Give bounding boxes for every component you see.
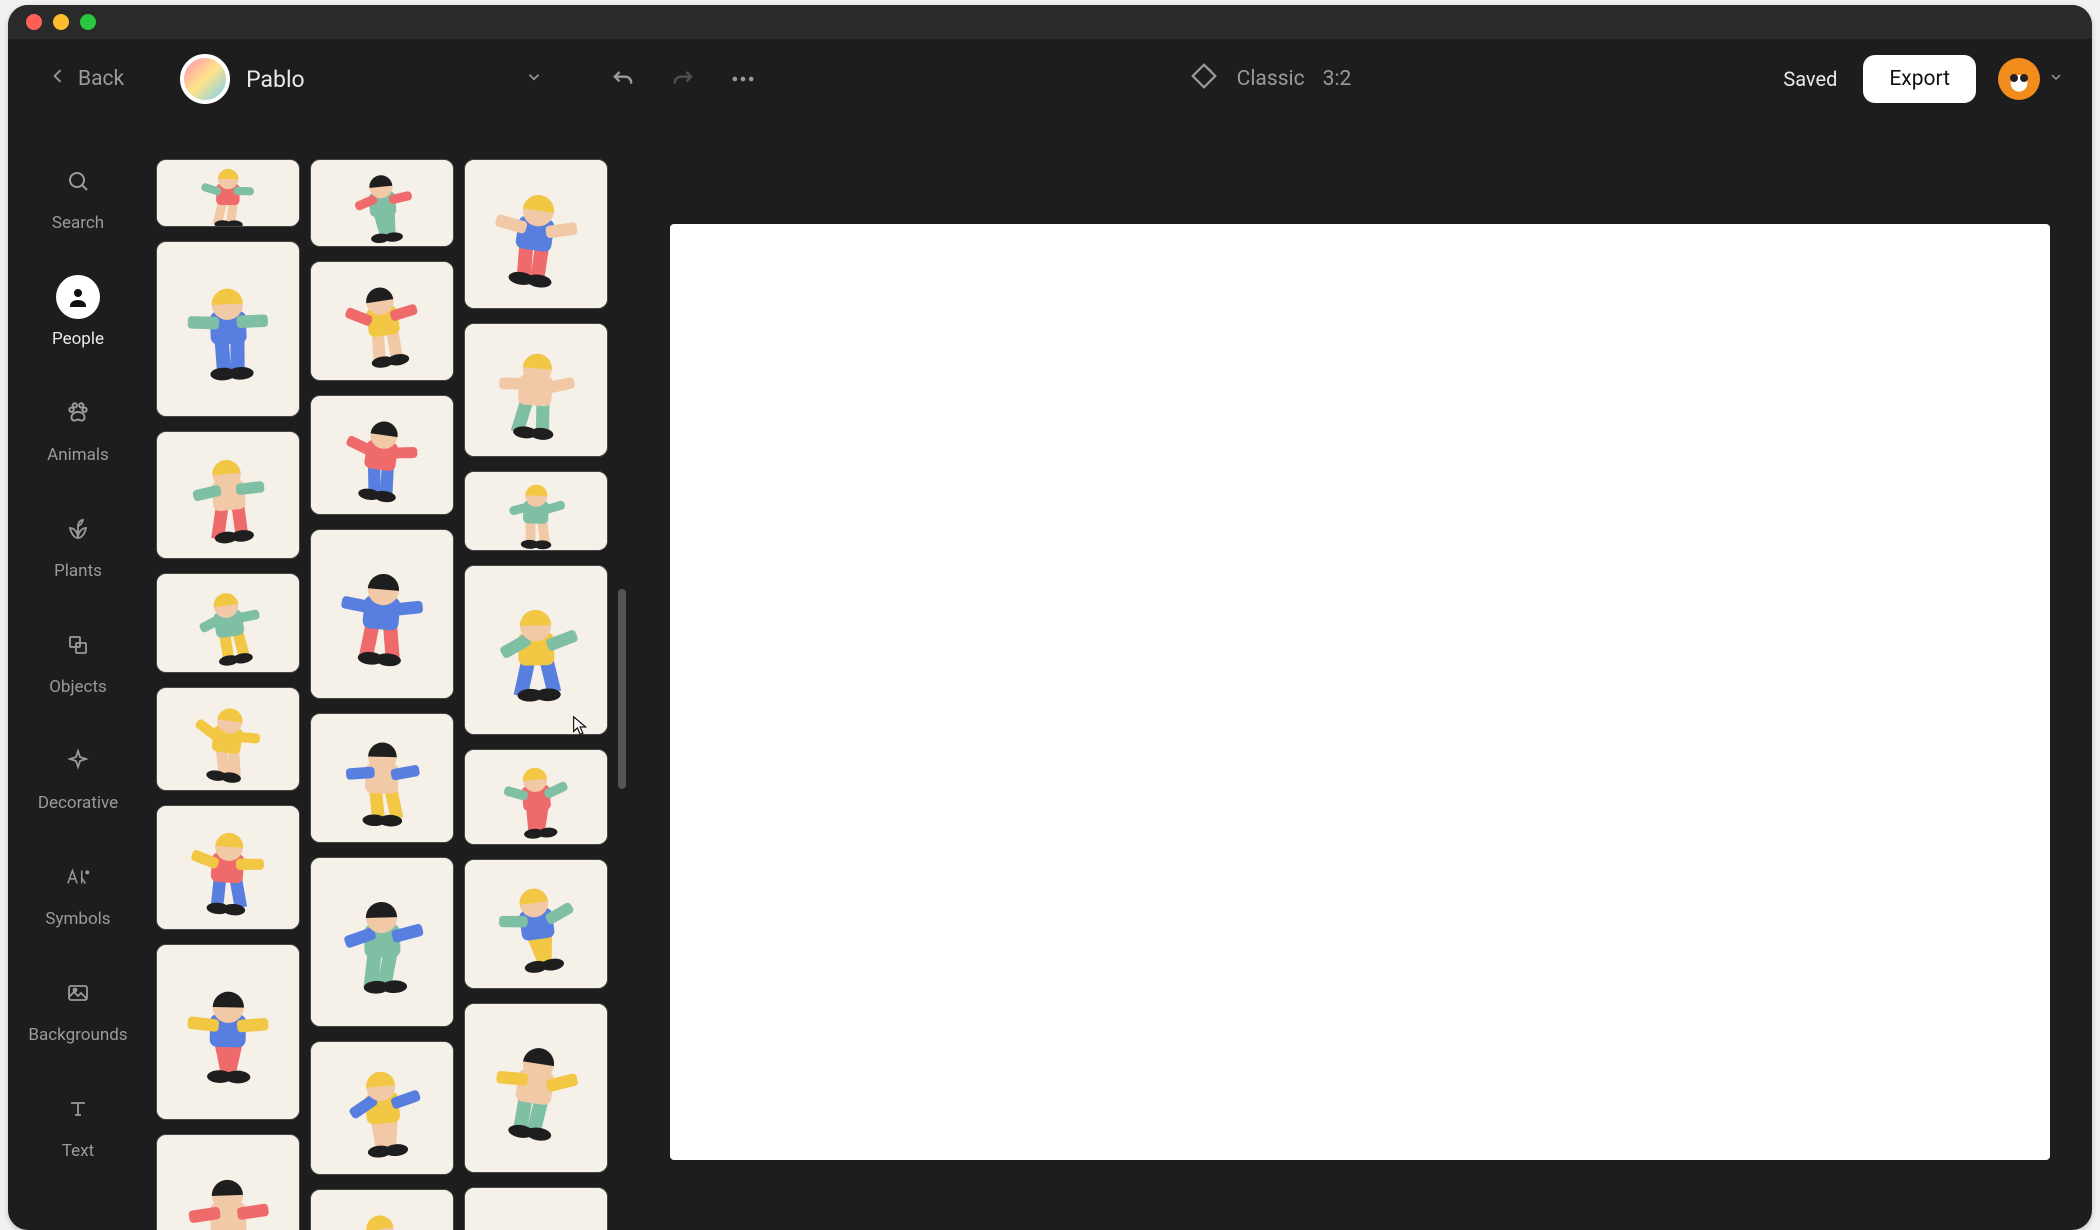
chevron-down-icon[interactable]: [2048, 69, 2064, 89]
rail-item-search[interactable]: Search: [52, 159, 104, 233]
illustration-thumb[interactable]: [310, 1189, 454, 1230]
animals-icon: [56, 391, 100, 435]
pointer-cursor-icon: [570, 715, 592, 737]
illustration-thumb[interactable]: [310, 395, 454, 515]
rail-item-label: Text: [62, 1141, 94, 1161]
panel-scrollbar[interactable]: [618, 589, 626, 789]
illustration-thumb[interactable]: [156, 431, 300, 559]
document-avatar: [180, 54, 230, 104]
ratio-value: 3:2: [1323, 67, 1352, 91]
aspect-ratio-selector[interactable]: Classic 3:2: [1189, 61, 1352, 97]
illustration-thumb[interactable]: [156, 1134, 300, 1230]
rail-item-text[interactable]: Text: [56, 1087, 100, 1161]
saved-status: Saved: [1783, 67, 1837, 91]
rotate-icon: [1189, 61, 1219, 97]
illustration-thumb[interactable]: [464, 471, 608, 551]
illustration-thumb[interactable]: [156, 944, 300, 1120]
rail-item-backgrounds[interactable]: Backgrounds: [28, 971, 127, 1045]
plants-icon: [56, 507, 100, 551]
export-label: Export: [1889, 67, 1950, 91]
topbar: Back Pablo: [8, 39, 2092, 119]
rail-item-label: Decorative: [38, 793, 118, 813]
illustration-panel: [148, 39, 628, 1230]
traffic-minimize-button[interactable]: [53, 14, 69, 30]
illustration-thumb[interactable]: [464, 749, 608, 845]
rail-item-decorative[interactable]: Decorative: [38, 739, 118, 813]
illustration-thumb[interactable]: [310, 713, 454, 843]
rail-item-label: Symbols: [45, 909, 110, 929]
illustration-thumb[interactable]: [156, 805, 300, 930]
rail-item-label: Animals: [47, 445, 109, 465]
more-menu-button[interactable]: [729, 65, 757, 93]
objects-icon: [56, 623, 100, 667]
ratio-label: Classic: [1237, 67, 1305, 91]
search-icon: [56, 159, 100, 203]
illustration-thumb[interactable]: [156, 241, 300, 417]
illustration-thumb[interactable]: [156, 159, 300, 227]
illustration-thumb[interactable]: [310, 159, 454, 247]
illustration-thumb[interactable]: [464, 565, 608, 735]
rail-item-label: Plants: [54, 561, 102, 581]
rail-item-label: Search: [52, 213, 104, 233]
titlebar: [8, 5, 2092, 39]
illustration-thumb[interactable]: [310, 857, 454, 1027]
rail-item-label: People: [52, 329, 104, 349]
illustration-thumb[interactable]: [156, 573, 300, 673]
back-label: Back: [78, 67, 124, 91]
rail-item-symbols[interactable]: Symbols: [45, 855, 110, 929]
traffic-close-button[interactable]: [26, 14, 42, 30]
illustration-thumb[interactable]: [464, 1003, 608, 1173]
redo-button[interactable]: [669, 65, 697, 93]
export-button[interactable]: Export: [1863, 55, 1976, 103]
illustration-thumb[interactable]: [464, 859, 608, 989]
illustration-thumb[interactable]: [310, 1041, 454, 1175]
people-icon: [56, 275, 100, 319]
chevron-down-icon[interactable]: [525, 68, 551, 90]
illustration-thumb[interactable]: [310, 261, 454, 381]
text-icon: [56, 1087, 100, 1131]
rail-item-plants[interactable]: Plants: [54, 507, 102, 581]
undo-button[interactable]: [609, 65, 637, 93]
rail-item-objects[interactable]: Objects: [49, 623, 107, 697]
canvas-area: [628, 39, 2092, 1230]
backgrounds-icon: [56, 971, 100, 1015]
canvas[interactable]: [670, 224, 2050, 1160]
user-avatar[interactable]: [1998, 58, 2040, 100]
illustration-thumb[interactable]: [464, 159, 608, 309]
illustration-thumb[interactable]: [156, 687, 300, 791]
symbols-icon: [56, 855, 100, 899]
document-title: Pablo: [246, 66, 305, 93]
arrow-left-icon: [48, 66, 68, 92]
traffic-zoom-button[interactable]: [80, 14, 96, 30]
app-window: Back Pablo: [8, 5, 2092, 1230]
rail-item-animals[interactable]: Animals: [47, 391, 109, 465]
rail-item-label: Objects: [49, 677, 107, 697]
rail-item-label: Backgrounds: [28, 1025, 127, 1045]
category-rail: Search People Animals Plants Objects Decorati…: [8, 39, 148, 1230]
decorative-icon: [56, 739, 100, 783]
illustration-grid: [156, 159, 618, 1230]
rail-item-people[interactable]: People: [52, 275, 104, 349]
document-selector[interactable]: Pablo: [180, 54, 305, 104]
illustration-thumb[interactable]: [310, 529, 454, 699]
illustration-thumb[interactable]: [464, 323, 608, 457]
illustration-thumb[interactable]: [464, 1187, 608, 1230]
back-button[interactable]: Back: [48, 66, 124, 92]
